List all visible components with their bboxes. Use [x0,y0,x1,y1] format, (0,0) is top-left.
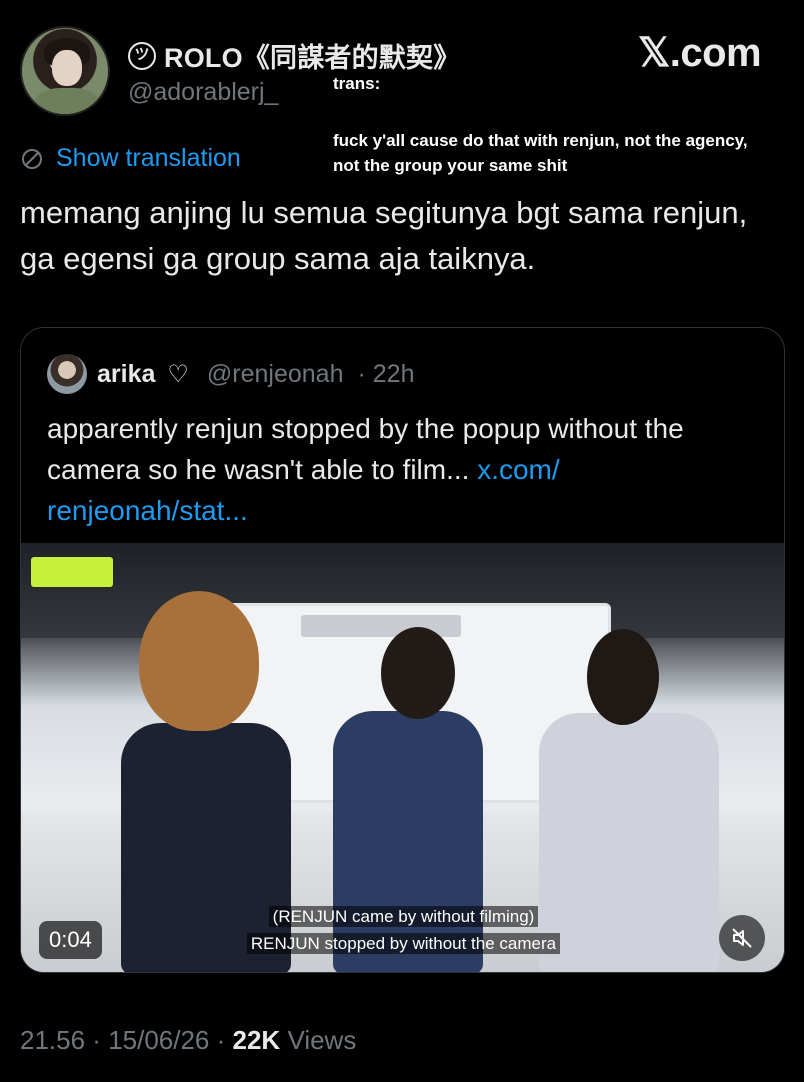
quoted-tweet-header: arika ♡ @renjeonah · 22h [47,354,414,394]
x-brand-logo: 𝕏.com [638,31,762,75]
meta-separator: · [85,1025,109,1055]
avatar-face [52,50,82,86]
author-avatar[interactable] [20,26,110,116]
quoted-author-avatar[interactable] [47,354,87,394]
subtitle-top-text: (RENJUN came by without filming) [268,906,539,927]
translation-text: fuck y'all cause do that with renjun, no… [333,131,748,175]
author-display-name[interactable]: ROLO《同謀者的默契》 [164,36,460,75]
smiley-badge-icon: ツ [128,41,156,70]
show-translation-label[interactable]: Show translation [56,144,241,173]
tweet-text: memang anjing lu semua segitunya bgt sam… [20,195,748,276]
quoted-author-name[interactable]: arika [97,360,155,389]
video-channel-logo [31,557,113,587]
video-person-left-head [139,591,259,731]
views-count[interactable]: 22K [233,1025,281,1055]
quoted-tweet-time: · 22h [357,359,415,388]
video-duration: 0:04 [39,921,102,959]
video-subtitle-top: (RENJUN came by without filming) [21,906,784,927]
subtitle-bottom-text: RENJUN stopped by without the camera [246,933,561,954]
video-person-right-head [587,629,659,725]
translation-label: trans: [333,74,381,93]
author-name-row[interactable]: ツ ROLO《同謀者的默契》 [128,36,460,75]
show-translation-link[interactable]: Show translation [20,144,241,173]
tweet-time[interactable]: 21.56 [20,1025,85,1055]
views-label: Views [280,1025,357,1055]
avatar-shirt [34,88,100,114]
translate-icon [22,148,42,169]
video-person-center-head [381,627,455,719]
heart-icon: ♡ [167,360,189,388]
quoted-tweet[interactable]: arika ♡ @renjeonah · 22h apparently renj… [20,327,785,973]
tweet-metadata: 21.56 · 15/06/26 · 22K Views [20,1025,356,1056]
quoted-author-handle[interactable]: @renjeonah [207,360,344,389]
meta-separator: · [209,1025,233,1055]
speaker-muted-icon [732,928,752,948]
mute-button[interactable] [719,915,765,961]
tweet-date[interactable]: 15/06/26 [108,1025,209,1055]
video-player[interactable]: (RENJUN came by without filming) RENJUN … [21,543,784,972]
author-handle[interactable]: @adorablerj_ [128,78,278,107]
quoted-tweet-text: apparently renjun stopped by the popup w… [47,408,747,531]
video-subtitle-bottom: RENJUN stopped by without the camera [21,933,784,954]
quoted-text-body: apparently renjun stopped by the popup w… [47,413,684,485]
